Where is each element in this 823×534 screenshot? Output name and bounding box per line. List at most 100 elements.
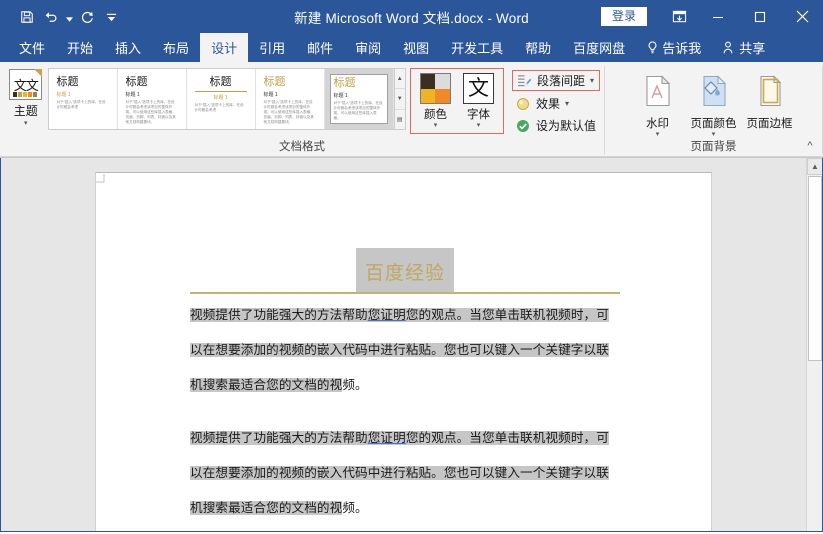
tab-tell-me[interactable]: 告诉我: [636, 33, 712, 62]
watermark-icon: [643, 75, 673, 112]
page-borders-label: 页面边框: [746, 118, 793, 130]
para-run: 频。: [342, 501, 368, 515]
effects-button[interactable]: 效果 ▾: [512, 94, 600, 113]
collapse-ribbon-button[interactable]: ^: [802, 138, 818, 154]
fonts-icon: 文: [462, 73, 494, 104]
ribbon-group-document-formatting: 文文 主题 ▾ 标题 标题 1 对于“插入”选项卡上的库，在设计时都会考虑 标题…: [0, 62, 604, 156]
redo-icon[interactable]: [76, 6, 98, 28]
paragraph-spacing-icon: [515, 74, 534, 87]
themes-button[interactable]: 文文 主题 ▾: [4, 66, 48, 127]
tab-label: 开发工具: [451, 41, 504, 56]
thumb-rule: [194, 91, 247, 92]
thumb-title: 标题: [56, 76, 79, 88]
para-run-underlined: 您证明: [367, 431, 406, 445]
thumb-subtitle: 标题 1: [56, 92, 71, 98]
thumb-title: 标题: [333, 77, 356, 89]
tab-mailings[interactable]: 邮件: [296, 33, 344, 62]
tab-review[interactable]: 审阅: [344, 33, 392, 62]
ribbon-tabs: 文件 开始 插入 布局 设计 引用 邮件 审阅 视图 开发工具 帮助 百度网盘 …: [0, 33, 823, 62]
watermark-label: 水印: [646, 118, 669, 130]
thumb-title: 标题: [263, 76, 286, 88]
paragraph-spacing-button[interactable]: 段落间距 ▾: [511, 70, 600, 91]
set-as-default-button[interactable]: 设为默认值: [512, 116, 600, 135]
vertical-scrollbar[interactable]: ▲: [806, 158, 823, 532]
effects-icon: [514, 97, 533, 111]
tab-share[interactable]: 共享: [712, 33, 776, 62]
title-separator: -: [487, 10, 493, 26]
tab-label: 共享: [739, 41, 766, 56]
maximize-button[interactable]: [739, 0, 781, 33]
para-run: 视频提供了功能强大的方法帮助: [190, 431, 368, 445]
tab-label: 文件: [19, 41, 46, 56]
tab-layout[interactable]: 布局: [152, 33, 200, 62]
thumb-title: 标题: [209, 76, 232, 88]
undo-dropdown-icon[interactable]: [64, 6, 74, 28]
thumb-body: 对于“插入”选项卡上的库，在设计时都会考虑: [194, 103, 244, 112]
gallery-scroll-down-button[interactable]: ▼: [394, 89, 405, 110]
chevron-down-icon[interactable]: ▾: [565, 99, 569, 108]
chevron-down-icon[interactable]: ▾: [477, 122, 481, 130]
tab-help[interactable]: 帮助: [514, 33, 562, 62]
minimize-button[interactable]: [697, 0, 739, 33]
tab-insert[interactable]: 插入: [104, 33, 152, 62]
chevron-down-icon[interactable]: ▾: [434, 122, 438, 130]
save-icon[interactable]: [16, 6, 38, 28]
tab-design[interactable]: 设计: [200, 33, 249, 62]
theme-colors-button[interactable]: 颜色 ▾: [414, 71, 457, 133]
ribbon-display-options-icon[interactable]: [661, 0, 697, 33]
thumb-title: 标题: [125, 76, 148, 88]
scrollbar-thumb[interactable]: [808, 176, 822, 361]
title-bar: 新建 Microsoft Word 文档.docx - Word 登录: [0, 0, 823, 33]
tab-references[interactable]: 引用: [248, 33, 296, 62]
para-run-underlined: 您证明: [367, 308, 406, 322]
app-name: Word: [496, 10, 529, 26]
tab-label: 视图: [403, 41, 430, 56]
document-paragraph-2[interactable]: 视频提供了功能强大的方法帮助您证明您的观点。当您单击联机视频时，可以在想要添加的…: [190, 421, 620, 526]
chevron-down-icon[interactable]: ▾: [712, 131, 716, 139]
chevron-down-icon[interactable]: ▾: [24, 120, 28, 127]
style-thumbnail-3[interactable]: 标题 标题 1 对于“插入”选项卡上的库，在设计时都会考虑: [186, 69, 256, 129]
tab-view[interactable]: 视图: [392, 33, 440, 62]
theme-fonts-button[interactable]: 文 字体 ▾: [457, 71, 500, 133]
scroll-up-button[interactable]: ▲: [807, 158, 823, 175]
quick-access-toolbar: [0, 6, 122, 28]
tab-home[interactable]: 开始: [56, 33, 104, 62]
para-run: 频。: [342, 378, 368, 392]
page-color-button[interactable]: 页面颜色 ▾: [686, 70, 742, 139]
theme-fonts-label: 字体: [466, 109, 490, 121]
page-text-content: 百度经验 视频提供了功能强大的方法帮助您证明您的观点。当您单击联机视频时，可以在…: [190, 248, 620, 532]
close-button[interactable]: [781, 0, 823, 33]
style-set-gallery[interactable]: 标题 标题 1 对于“插入”选项卡上的库，在设计时都会考虑 标题 标题 1 对于…: [47, 68, 395, 130]
sign-in-button[interactable]: 登录: [600, 7, 647, 26]
page-borders-icon: [755, 75, 785, 112]
style-thumbnail-5[interactable]: 标题 标题 1 对于“插入”选项卡上的库，在设计时都会考虑该项目的整体外观。可以…: [324, 69, 394, 129]
style-thumbnail-2[interactable]: 标题 标题 1 对于“插入”选项卡上的库，在设计时都会考虑该项目的整体外观。可以…: [117, 69, 187, 129]
watermark-button[interactable]: 水印 ▾: [630, 70, 686, 139]
tab-label: 引用: [259, 41, 286, 56]
document-heading[interactable]: 百度经验: [355, 248, 454, 292]
gallery-more-button[interactable]: ▤: [395, 110, 405, 129]
margin-corner-mark: [96, 173, 108, 185]
theme-colors-fonts-highlight: 颜色 ▾ 文 字体 ▾: [409, 68, 504, 134]
group-label-page-background: 页面背景: [690, 141, 737, 153]
chevron-down-icon[interactable]: ▾: [590, 76, 594, 85]
themes-label: 主题: [13, 104, 38, 118]
thumb-body: 对于“插入”选项卡上的库，在设计时都会考虑该项目的整体外观。可以使用这些库插入表…: [125, 100, 176, 124]
document-page[interactable]: 百度经验 视频提供了功能强大的方法帮助您证明您的观点。当您单击联机视频时，可以在…: [95, 172, 712, 532]
theme-color-bars: [13, 92, 38, 97]
page-borders-button[interactable]: 页面边框: [742, 70, 798, 131]
style-thumbnail-4[interactable]: 标题 标题 1 对于“插入”选项卡上的库，在设计时都会考虑该项目的整体外观。可以…: [255, 69, 325, 129]
customize-quick-access-toolbar-icon[interactable]: [100, 6, 122, 28]
tab-developer[interactable]: 开发工具: [440, 33, 514, 62]
style-thumbnail-1[interactable]: 标题 标题 1 对于“插入”选项卡上的库，在设计时都会考虑: [48, 69, 118, 129]
chevron-down-icon[interactable]: ▾: [656, 131, 660, 139]
gallery-scroll-up-button[interactable]: ▲: [394, 69, 405, 90]
tab-file[interactable]: 文件: [8, 33, 56, 62]
undo-icon[interactable]: [40, 6, 62, 28]
tab-label: 帮助: [525, 41, 552, 56]
set-default-icon: [514, 119, 533, 133]
document-paragraph-1[interactable]: 视频提供了功能强大的方法帮助您证明您的观点。当您单击联机视频时，可以在想要添加的…: [190, 298, 620, 403]
tab-baidu-netdisk[interactable]: 百度网盘: [562, 33, 636, 62]
page-color-label: 页面颜色: [690, 118, 737, 130]
